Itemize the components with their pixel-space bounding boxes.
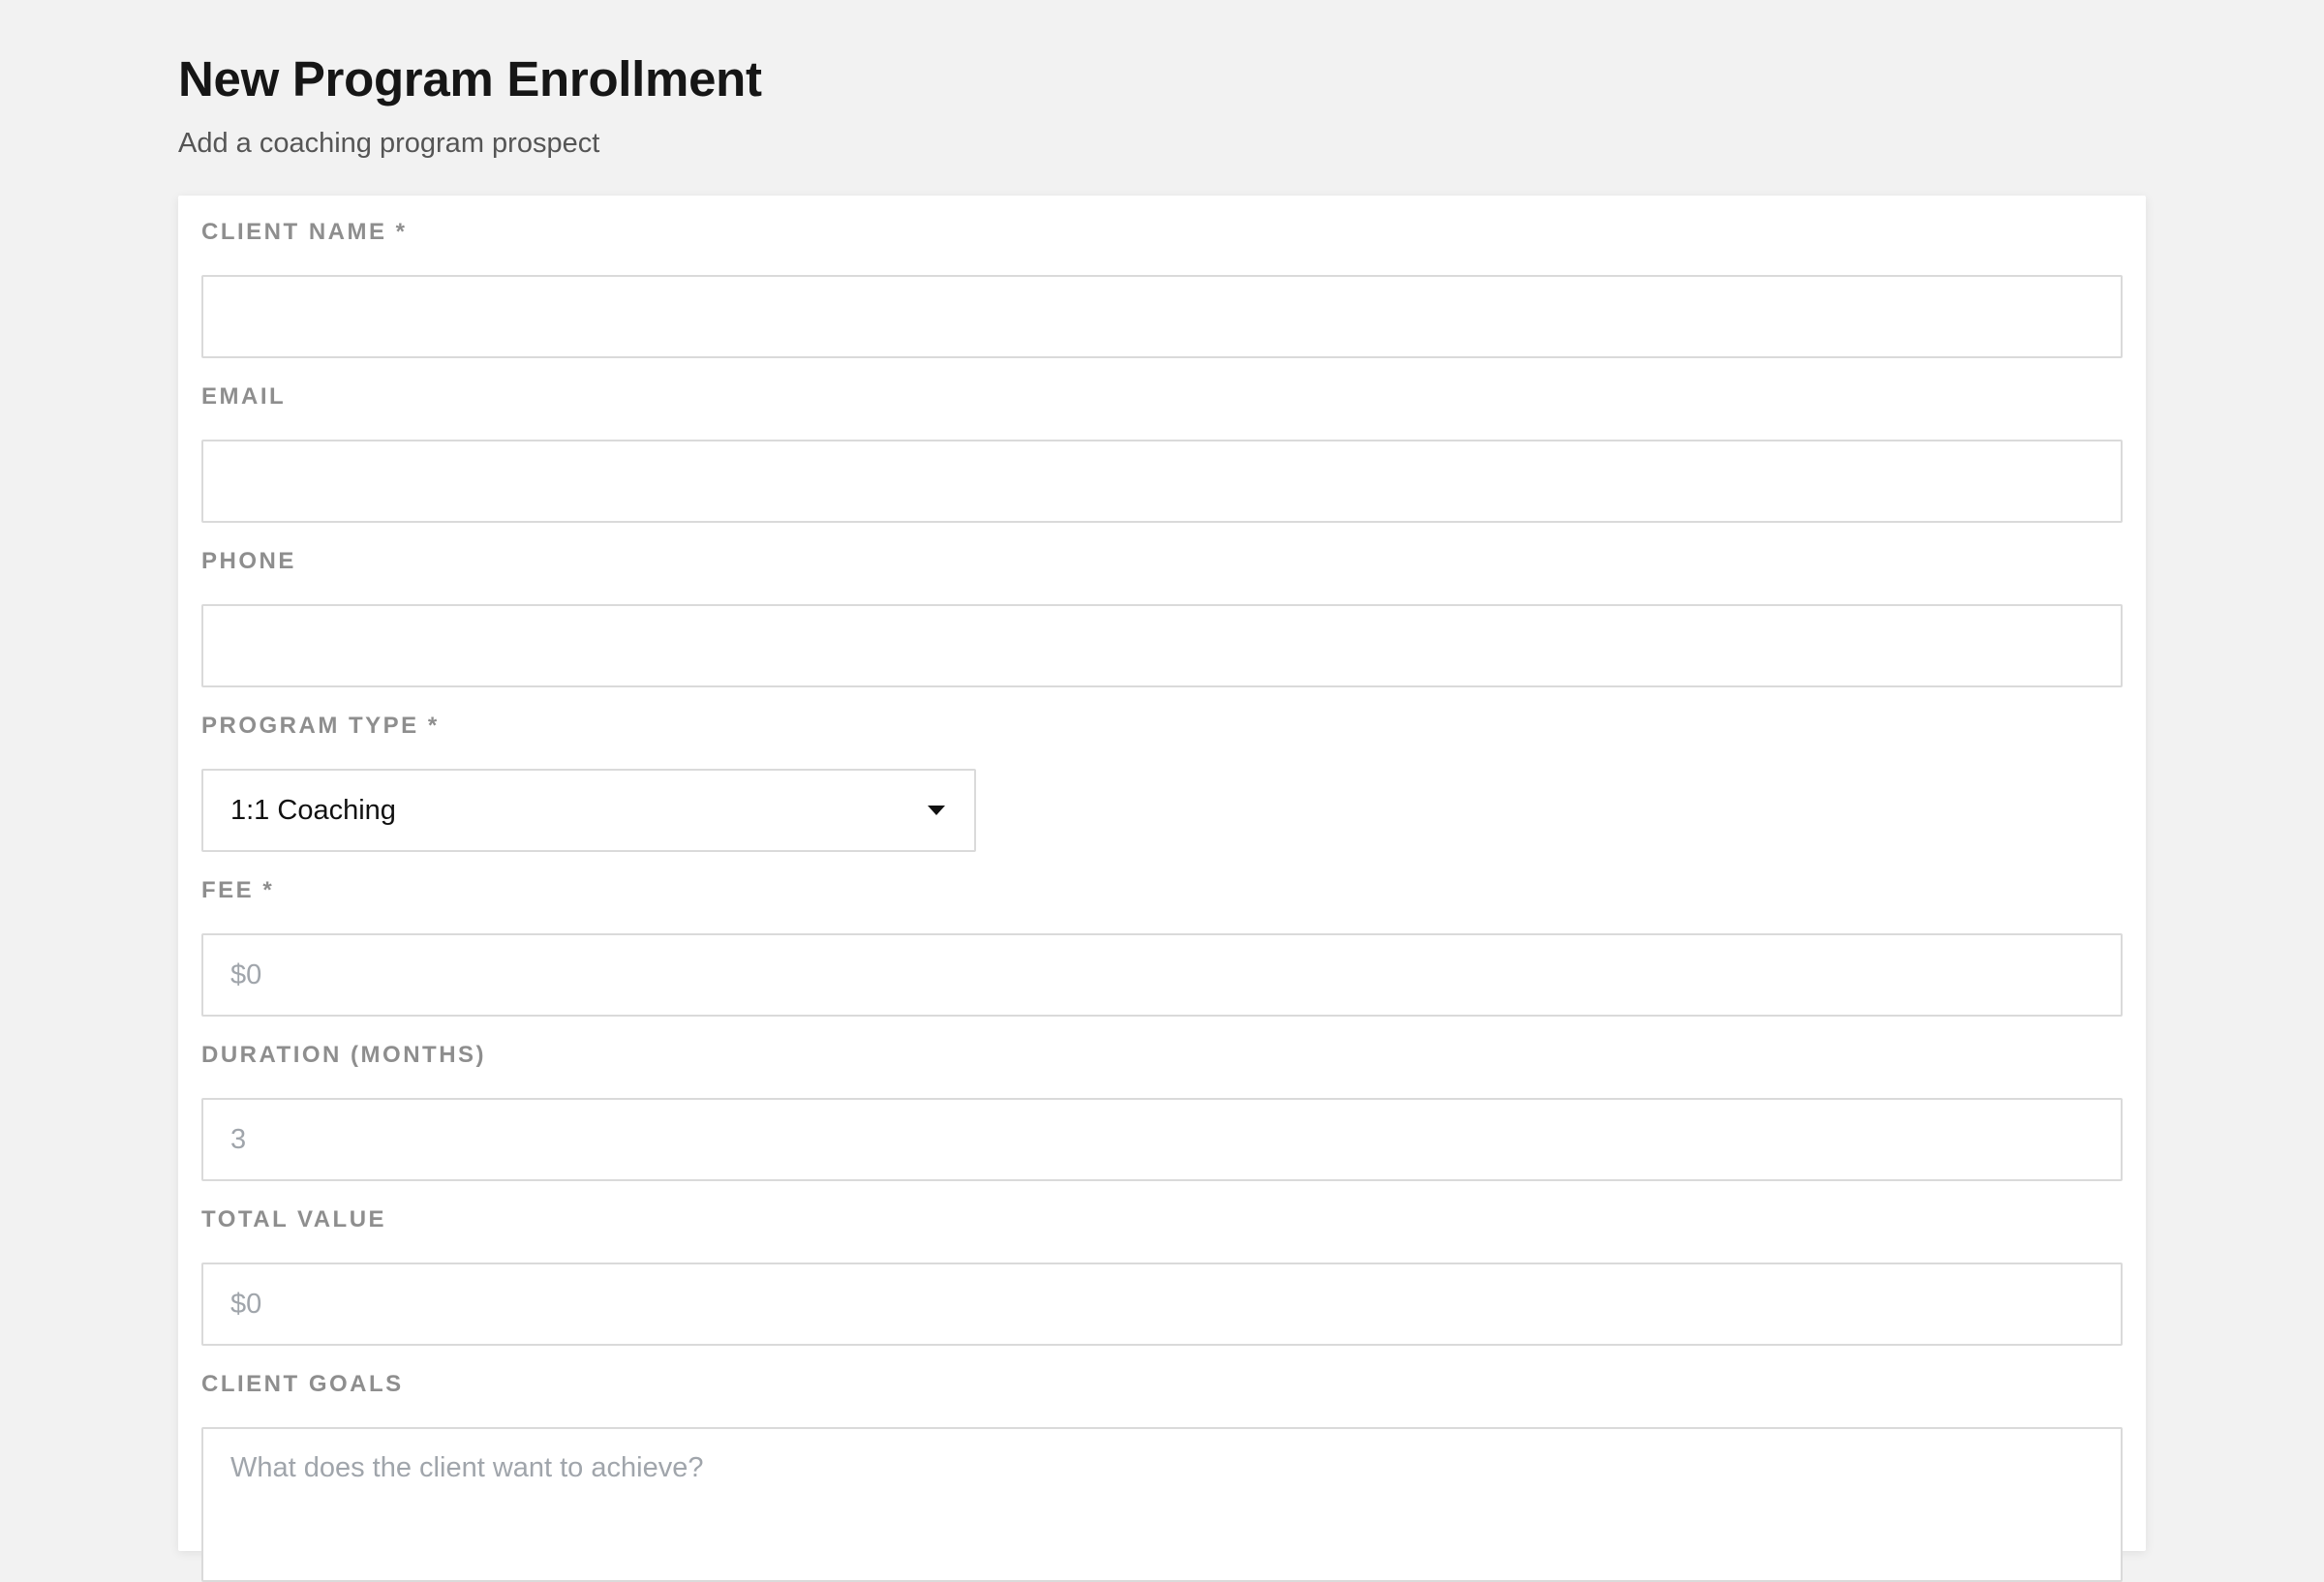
program-type-select[interactable]: 1:1 Coaching: [201, 769, 976, 852]
fee-placeholder: $0: [230, 958, 262, 990]
duration-label: DURATION (MONTHS): [201, 1042, 487, 1068]
fee-field-group: FEE * $0: [201, 877, 2123, 1017]
fee-input[interactable]: $0: [201, 933, 2123, 1017]
email-input[interactable]: [201, 440, 2123, 523]
program-type-label: PROGRAM TYPE *: [201, 713, 440, 739]
duration-field-group: DURATION (MONTHS) 3: [201, 1042, 2123, 1181]
email-label: EMAIL: [201, 383, 287, 410]
duration-input[interactable]: 3: [201, 1098, 2123, 1181]
email-field-group: EMAIL: [201, 383, 2123, 523]
client-goals-label: CLIENT GOALS: [201, 1371, 404, 1397]
enrollment-form-card: CLIENT NAME * EMAIL PHONE PROGRAM TYPE *…: [178, 196, 2146, 1582]
program-type-field-group: PROGRAM TYPE * 1:1 Coaching: [201, 713, 2123, 852]
total-value-field-group: TOTAL VALUE $0: [201, 1206, 2123, 1346]
client-goals-placeholder: What does the client want to achieve?: [230, 1452, 704, 1483]
page-title: New Program Enrollment: [178, 51, 762, 106]
client-name-field-group: CLIENT NAME *: [201, 219, 2123, 358]
phone-field-group: PHONE: [201, 548, 2123, 687]
fee-label: FEE *: [201, 877, 275, 903]
duration-placeholder: 3: [230, 1123, 247, 1155]
page-subtitle: Add a coaching program prospect: [178, 128, 600, 159]
total-value-placeholder: $0: [230, 1288, 262, 1320]
client-name-label: CLIENT NAME *: [201, 219, 408, 245]
client-goals-textarea[interactable]: What does the client want to achieve?: [201, 1427, 2123, 1582]
phone-input[interactable]: [201, 604, 2123, 687]
program-type-selected-value: 1:1 Coaching: [230, 794, 396, 826]
total-value-input[interactable]: $0: [201, 1263, 2123, 1346]
phone-label: PHONE: [201, 548, 296, 574]
chevron-down-icon: [928, 806, 945, 815]
page: New Program Enrollment Add a coaching pr…: [178, 0, 2146, 1582]
total-value-label: TOTAL VALUE: [201, 1206, 387, 1232]
client-goals-field-group: CLIENT GOALS What does the client want t…: [201, 1371, 2123, 1582]
client-name-input[interactable]: [201, 275, 2123, 358]
